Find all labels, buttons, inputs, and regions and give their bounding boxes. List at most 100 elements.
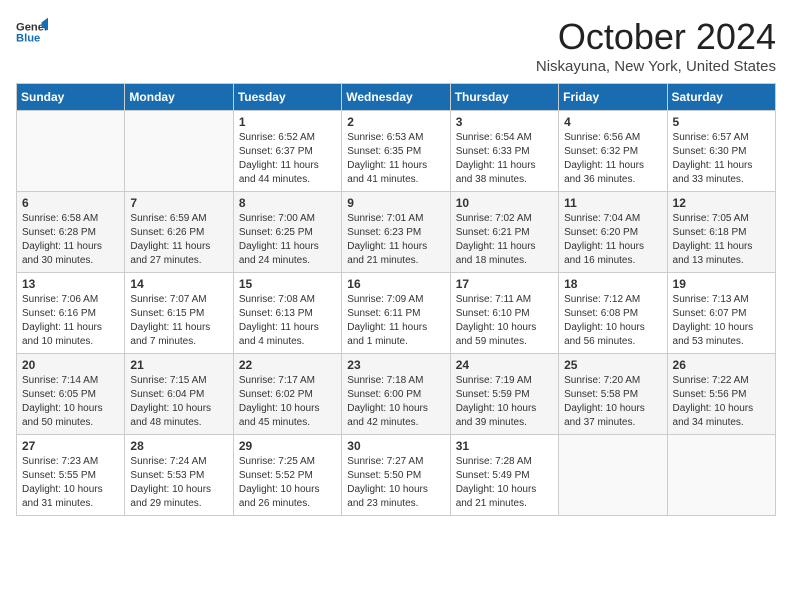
- day-info: Sunrise: 6:57 AMSunset: 6:30 PMDaylight:…: [673, 131, 770, 187]
- calendar-cell: 1 Sunrise: 6:52 AMSunset: 6:37 PMDaylight…: [233, 111, 341, 192]
- calendar-cell: 5 Sunrise: 6:57 AMSunset: 6:30 PMDaylight…: [667, 111, 775, 192]
- day-info: Sunrise: 7:06 AMSunset: 6:16 PMDaylight:…: [22, 293, 119, 349]
- calendar-cell: 11 Sunrise: 7:04 AMSunset: 6:20 PMDayligh…: [559, 192, 667, 273]
- logo: General Blue: [16, 16, 48, 48]
- calendar-week-row: 13 Sunrise: 7:06 AMSunset: 6:16 PMDayligh…: [17, 273, 776, 354]
- calendar-cell: 2 Sunrise: 6:53 AMSunset: 6:35 PMDaylight…: [342, 111, 450, 192]
- calendar-cell: 24 Sunrise: 7:19 AMSunset: 5:59 PMDayligh…: [450, 354, 558, 435]
- day-info: Sunrise: 7:09 AMSunset: 6:11 PMDaylight:…: [347, 293, 444, 349]
- calendar-cell: [667, 435, 775, 516]
- calendar-cell: 29Sunrise: 7:25 AMSunset: 5:52 PMDayligh…: [233, 435, 341, 516]
- day-info: Sunrise: 7:11 AMSunset: 6:10 PMDaylight:…: [456, 293, 553, 349]
- day-number: 4: [564, 115, 661, 129]
- calendar-cell: 17 Sunrise: 7:11 AMSunset: 6:10 PMDayligh…: [450, 273, 558, 354]
- calendar-week-row: 20Sunrise: 7:14 AMSunset: 6:05 PMDayligh…: [17, 354, 776, 435]
- day-info: Sunrise: 7:22 AMSunset: 5:56 PMDaylight:…: [673, 374, 770, 430]
- weekday-header-row: SundayMondayTuesdayWednesdayThursdayFrid…: [17, 84, 776, 111]
- calendar-cell: 13 Sunrise: 7:06 AMSunset: 6:16 PMDayligh…: [17, 273, 125, 354]
- calendar-cell: 22Sunrise: 7:17 AMSunset: 6:02 PMDayligh…: [233, 354, 341, 435]
- day-info: Sunrise: 7:05 AMSunset: 6:18 PMDaylight:…: [673, 212, 770, 268]
- calendar-week-row: 6 Sunrise: 6:58 AMSunset: 6:28 PMDaylight…: [17, 192, 776, 273]
- day-number: 19: [673, 277, 770, 291]
- day-number: 2: [347, 115, 444, 129]
- day-number: 30: [347, 439, 444, 453]
- weekday-header-sunday: Sunday: [17, 84, 125, 111]
- day-info: Sunrise: 7:23 AMSunset: 5:55 PMDaylight:…: [22, 455, 119, 511]
- svg-text:Blue: Blue: [16, 33, 40, 45]
- day-info: Sunrise: 7:20 AMSunset: 5:58 PMDaylight:…: [564, 374, 661, 430]
- calendar-cell: 23Sunrise: 7:18 AMSunset: 6:00 PMDayligh…: [342, 354, 450, 435]
- location-title: Niskayuna, New York, United States: [536, 58, 776, 75]
- day-number: 6: [22, 196, 119, 210]
- calendar-cell: 19 Sunrise: 7:13 AMSunset: 6:07 PMDayligh…: [667, 273, 775, 354]
- weekday-header-saturday: Saturday: [667, 84, 775, 111]
- day-info: Sunrise: 6:58 AMSunset: 6:28 PMDaylight:…: [22, 212, 119, 268]
- day-info: Sunrise: 7:28 AMSunset: 5:49 PMDaylight:…: [456, 455, 553, 511]
- calendar-cell: 3Sunrise: 6:54 AMSunset: 6:33 PMDaylight…: [450, 111, 558, 192]
- day-number: 5: [673, 115, 770, 129]
- day-number: 26: [673, 358, 770, 372]
- day-number: 18: [564, 277, 661, 291]
- day-info: Sunrise: 7:27 AMSunset: 5:50 PMDaylight:…: [347, 455, 444, 511]
- calendar-header: SundayMondayTuesdayWednesdayThursdayFrid…: [17, 84, 776, 111]
- month-title: October 2024: [536, 16, 776, 58]
- calendar-cell: 31 Sunrise: 7:28 AMSunset: 5:49 PMDayligh…: [450, 435, 558, 516]
- day-number: 11: [564, 196, 661, 210]
- weekday-header-friday: Friday: [559, 84, 667, 111]
- day-info: Sunrise: 7:12 AMSunset: 6:08 PMDaylight:…: [564, 293, 661, 349]
- calendar-cell: 14Sunrise: 7:07 AMSunset: 6:15 PMDayligh…: [125, 273, 233, 354]
- day-info: Sunrise: 7:08 AMSunset: 6:13 PMDaylight:…: [239, 293, 336, 349]
- day-info: Sunrise: 6:54 AMSunset: 6:33 PMDaylight:…: [456, 131, 553, 187]
- calendar-cell: 15Sunrise: 7:08 AMSunset: 6:13 PMDayligh…: [233, 273, 341, 354]
- day-number: 21: [130, 358, 227, 372]
- logo-icon: General Blue: [16, 16, 48, 48]
- day-info: Sunrise: 7:13 AMSunset: 6:07 PMDaylight:…: [673, 293, 770, 349]
- day-number: 12: [673, 196, 770, 210]
- calendar-cell: [559, 435, 667, 516]
- day-info: Sunrise: 7:07 AMSunset: 6:15 PMDaylight:…: [130, 293, 227, 349]
- day-number: 25: [564, 358, 661, 372]
- day-number: 27: [22, 439, 119, 453]
- day-number: 10: [456, 196, 553, 210]
- day-info: Sunrise: 7:15 AMSunset: 6:04 PMDaylight:…: [130, 374, 227, 430]
- day-number: 1: [239, 115, 336, 129]
- calendar-cell: 12 Sunrise: 7:05 AMSunset: 6:18 PMDayligh…: [667, 192, 775, 273]
- calendar-cell: 20Sunrise: 7:14 AMSunset: 6:05 PMDayligh…: [17, 354, 125, 435]
- calendar-cell: 28 Sunrise: 7:24 AMSunset: 5:53 PMDayligh…: [125, 435, 233, 516]
- calendar-body: 1 Sunrise: 6:52 AMSunset: 6:37 PMDaylight…: [17, 111, 776, 516]
- day-number: 9: [347, 196, 444, 210]
- calendar-cell: 7Sunrise: 6:59 AMSunset: 6:26 PMDaylight…: [125, 192, 233, 273]
- day-number: 31: [456, 439, 553, 453]
- day-info: Sunrise: 6:56 AMSunset: 6:32 PMDaylight:…: [564, 131, 661, 187]
- day-number: 13: [22, 277, 119, 291]
- day-number: 16: [347, 277, 444, 291]
- day-info: Sunrise: 7:04 AMSunset: 6:20 PMDaylight:…: [564, 212, 661, 268]
- weekday-header-thursday: Thursday: [450, 84, 558, 111]
- calendar-cell: 16 Sunrise: 7:09 AMSunset: 6:11 PMDayligh…: [342, 273, 450, 354]
- day-info: Sunrise: 7:14 AMSunset: 6:05 PMDaylight:…: [22, 374, 119, 430]
- day-info: Sunrise: 6:52 AMSunset: 6:37 PMDaylight:…: [239, 131, 336, 187]
- calendar-cell: 10Sunrise: 7:02 AMSunset: 6:21 PMDayligh…: [450, 192, 558, 273]
- day-info: Sunrise: 6:59 AMSunset: 6:26 PMDaylight:…: [130, 212, 227, 268]
- calendar-cell: [125, 111, 233, 192]
- day-number: 17: [456, 277, 553, 291]
- calendar-cell: 6 Sunrise: 6:58 AMSunset: 6:28 PMDaylight…: [17, 192, 125, 273]
- day-info: Sunrise: 6:53 AMSunset: 6:35 PMDaylight:…: [347, 131, 444, 187]
- day-info: Sunrise: 7:17 AMSunset: 6:02 PMDaylight:…: [239, 374, 336, 430]
- weekday-header-monday: Monday: [125, 84, 233, 111]
- calendar-cell: 21 Sunrise: 7:15 AMSunset: 6:04 PMDayligh…: [125, 354, 233, 435]
- day-info: Sunrise: 7:00 AMSunset: 6:25 PMDaylight:…: [239, 212, 336, 268]
- day-info: Sunrise: 7:19 AMSunset: 5:59 PMDaylight:…: [456, 374, 553, 430]
- header: General Blue October 2024 Niskayuna, New…: [16, 16, 776, 75]
- day-number: 29: [239, 439, 336, 453]
- day-number: 24: [456, 358, 553, 372]
- calendar-cell: [17, 111, 125, 192]
- calendar-cell: 25 Sunrise: 7:20 AMSunset: 5:58 PMDayligh…: [559, 354, 667, 435]
- day-number: 28: [130, 439, 227, 453]
- day-number: 8: [239, 196, 336, 210]
- calendar-week-row: 1 Sunrise: 6:52 AMSunset: 6:37 PMDaylight…: [17, 111, 776, 192]
- day-info: Sunrise: 7:24 AMSunset: 5:53 PMDaylight:…: [130, 455, 227, 511]
- calendar-table: SundayMondayTuesdayWednesdayThursdayFrid…: [16, 83, 776, 516]
- calendar-cell: 27 Sunrise: 7:23 AMSunset: 5:55 PMDayligh…: [17, 435, 125, 516]
- calendar-week-row: 27 Sunrise: 7:23 AMSunset: 5:55 PMDayligh…: [17, 435, 776, 516]
